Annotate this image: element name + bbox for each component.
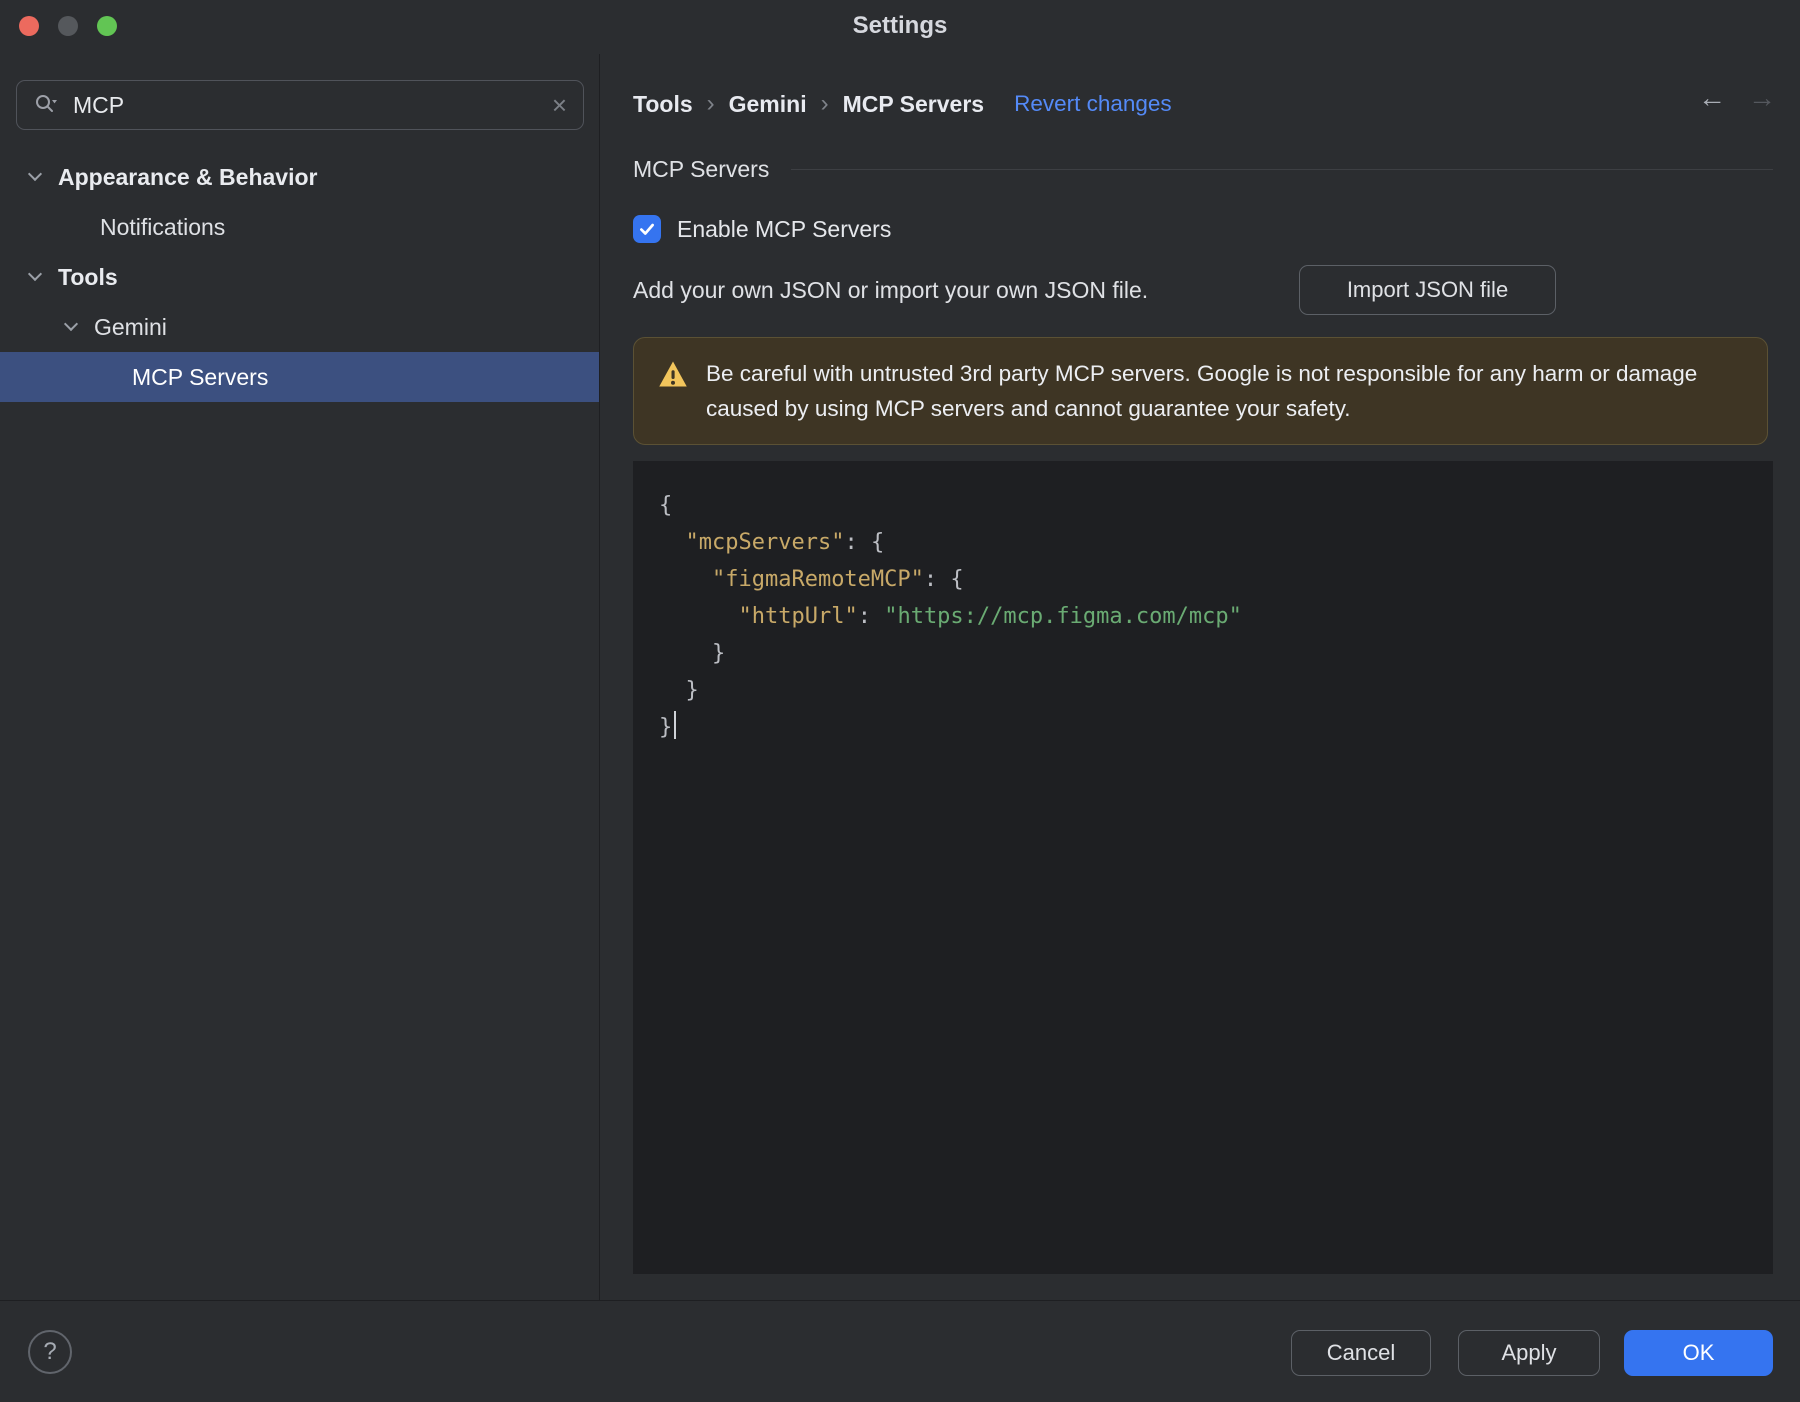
warning-text: Be careful with untrusted 3rd party MCP … bbox=[706, 361, 1698, 421]
code-line: "httpUrl": "https://mcp.figma.com/mcp" bbox=[738, 604, 1242, 629]
apply-button[interactable]: Apply bbox=[1458, 1330, 1600, 1376]
clear-search-icon[interactable]: × bbox=[552, 92, 567, 118]
breadcrumb-separator-icon: › bbox=[820, 90, 829, 117]
breadcrumb-tools[interactable]: Tools bbox=[633, 91, 693, 118]
enable-mcp-row: Enable MCP Servers bbox=[633, 212, 891, 246]
footer-bar: ? Cancel Apply OK bbox=[0, 1300, 1800, 1402]
forward-arrow-icon: → bbox=[1748, 82, 1776, 113]
settings-window: Settings MCP × Appearance & Behavior Not… bbox=[0, 0, 1800, 1402]
code-line: } bbox=[659, 641, 726, 666]
import-json-button[interactable]: Import JSON file bbox=[1299, 265, 1556, 315]
text-cursor bbox=[674, 711, 677, 739]
code-line: "figmaRemoteMCP": { bbox=[711, 567, 964, 592]
chevron-down-icon[interactable] bbox=[27, 166, 43, 182]
json-editor[interactable]: { "mcpServers": { "figmaRemoteMCP": { "h… bbox=[633, 461, 1773, 1274]
warning-icon bbox=[659, 361, 687, 387]
breadcrumb-mcp-servers[interactable]: MCP Servers bbox=[843, 91, 985, 118]
import-instruction: Add your own JSON or import your own JSO… bbox=[633, 277, 1149, 303]
window-title: Settings bbox=[852, 12, 948, 39]
code-line: { bbox=[659, 493, 673, 518]
ok-button[interactable]: OK bbox=[1624, 1330, 1773, 1376]
revert-changes-link[interactable]: Revert changes bbox=[1014, 91, 1172, 117]
help-button[interactable]: ? bbox=[28, 1330, 72, 1374]
json-editor-code: { "mcpServers": { "figmaRemoteMCP": { "h… bbox=[633, 461, 1773, 746]
sidebar-item-mcp-servers[interactable]: MCP Servers bbox=[0, 352, 599, 402]
breadcrumb: Tools › Gemini › MCP Servers Revert chan… bbox=[633, 88, 1172, 120]
settings-search-field[interactable]: MCP × bbox=[16, 80, 584, 130]
warning-banner: Be careful with untrusted 3rd party MCP … bbox=[633, 337, 1768, 445]
settings-sidebar: MCP × Appearance & Behavior Notification… bbox=[0, 54, 600, 1300]
chevron-down-icon[interactable] bbox=[27, 266, 43, 282]
enable-mcp-label: Enable MCP Servers bbox=[677, 215, 892, 242]
back-arrow-icon[interactable]: ← bbox=[1698, 84, 1726, 112]
checkmark-icon bbox=[640, 223, 654, 235]
chevron-down-icon[interactable] bbox=[63, 316, 79, 332]
code-line: "mcpServers": { bbox=[685, 530, 885, 555]
sidebar-item-appearance-behavior[interactable]: Appearance & Behavior bbox=[0, 152, 599, 202]
section-divider bbox=[791, 168, 1773, 170]
sidebar-item-notifications[interactable]: Notifications bbox=[0, 202, 599, 252]
settings-tree: Appearance & Behavior Notifications Tool… bbox=[0, 152, 599, 402]
settings-content: Tools › Gemini › MCP Servers Revert chan… bbox=[601, 54, 1800, 1300]
code-line: } bbox=[659, 678, 699, 703]
search-input[interactable]: MCP bbox=[73, 92, 552, 119]
section-header: MCP Servers bbox=[633, 154, 1773, 184]
sidebar-item-tools[interactable]: Tools bbox=[0, 252, 599, 302]
help-question-mark: ? bbox=[43, 1338, 57, 1365]
breadcrumb-separator-icon: › bbox=[706, 90, 715, 117]
search-with-history-icon bbox=[36, 95, 57, 112]
import-row: Add your own JSON or import your own JSO… bbox=[633, 265, 1773, 315]
titlebar: Settings bbox=[0, 0, 1800, 54]
code-line: } bbox=[659, 709, 1773, 746]
sidebar-item-gemini[interactable]: Gemini bbox=[0, 302, 599, 352]
breadcrumb-gemini[interactable]: Gemini bbox=[729, 91, 807, 118]
cancel-button[interactable]: Cancel bbox=[1291, 1330, 1431, 1376]
section-title: MCP Servers bbox=[633, 155, 770, 182]
enable-mcp-checkbox[interactable] bbox=[633, 215, 661, 243]
